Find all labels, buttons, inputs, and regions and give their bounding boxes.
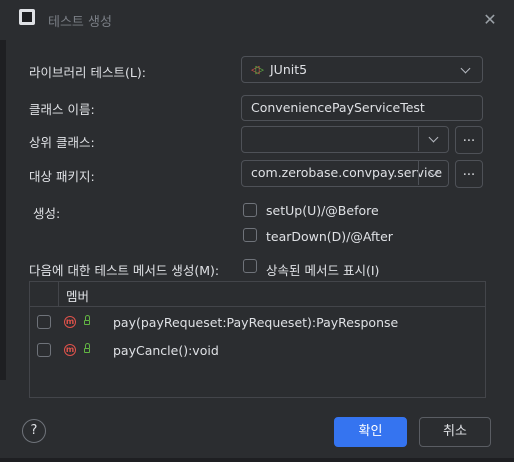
package-dropdown-button[interactable]	[418, 161, 448, 185]
class-name-label: 클래스 이름:	[29, 102, 95, 117]
setup-checkbox[interactable]	[243, 203, 257, 217]
member-signature: pay(payRequeset:PayRequeset):PayResponse	[113, 315, 399, 330]
member-column-header: 멤버	[66, 289, 90, 304]
close-icon[interactable]: ✕	[480, 10, 500, 30]
package-value: com.zerobase.convpay.service	[251, 165, 443, 180]
setup-checkbox-label: setUp(U)/@Before	[266, 203, 379, 218]
library-select-value: JUnit5	[270, 62, 308, 77]
members-table: 멤버 m pay(payRequeset:PayRequeset):PayRes…	[29, 281, 486, 398]
superclass-browse-button[interactable]: ...	[455, 126, 483, 154]
superclass-combo[interactable]	[241, 126, 449, 153]
table-header: 멤버	[30, 282, 485, 307]
method-icon: m	[64, 316, 76, 328]
library-select[interactable]: ◁▷ JUnit5	[241, 56, 483, 83]
method-icon: m	[64, 344, 76, 356]
junit-icon: ◁▷	[251, 63, 264, 76]
dialog-titlebar: 테스트 생성 ✕	[0, 0, 514, 40]
table-row[interactable]: m payCancle():void	[30, 337, 485, 365]
public-access-icon	[84, 315, 90, 325]
background-window-edge-bottom	[0, 458, 514, 462]
chevron-down-icon	[428, 132, 439, 143]
member-checkbox[interactable]	[37, 343, 51, 357]
help-button[interactable]: ?	[22, 419, 46, 443]
package-browse-button[interactable]: ...	[455, 160, 483, 188]
cancel-button[interactable]: 취소	[419, 417, 491, 447]
show-inherited-label: 상속된 메서드 표시(I)	[266, 263, 380, 278]
chevron-down-icon	[460, 63, 471, 74]
methods-label: 다음에 대한 테스트 메서드 생성(M):	[29, 263, 220, 278]
intellij-app-icon	[19, 9, 35, 25]
header-divider	[58, 282, 59, 306]
member-checkbox[interactable]	[37, 315, 51, 329]
ok-button[interactable]: 확인	[334, 417, 407, 447]
member-signature: payCancle():void	[113, 343, 219, 358]
generate-label: 생성:	[33, 206, 61, 221]
class-name-field[interactable]: ConveniencePayServiceTest	[241, 95, 483, 121]
dialog-title: 테스트 생성	[48, 15, 112, 30]
superclass-label: 상위 클래스:	[29, 135, 95, 150]
table-row[interactable]: m pay(payRequeset:PayRequeset):PayRespon…	[30, 309, 485, 337]
show-inherited-checkbox[interactable]	[243, 259, 257, 273]
package-combo[interactable]: com.zerobase.convpay.service	[241, 160, 449, 187]
library-label: 라이브러리 테스트(L):	[29, 65, 146, 80]
superclass-dropdown-button[interactable]	[418, 127, 448, 151]
teardown-checkbox-label: tearDown(D)/@After	[266, 229, 393, 244]
public-access-icon	[84, 343, 90, 353]
chevron-down-icon	[428, 166, 439, 177]
teardown-checkbox[interactable]	[243, 228, 257, 242]
background-window-edge	[0, 40, 6, 380]
package-label: 대상 패키지:	[29, 169, 95, 184]
